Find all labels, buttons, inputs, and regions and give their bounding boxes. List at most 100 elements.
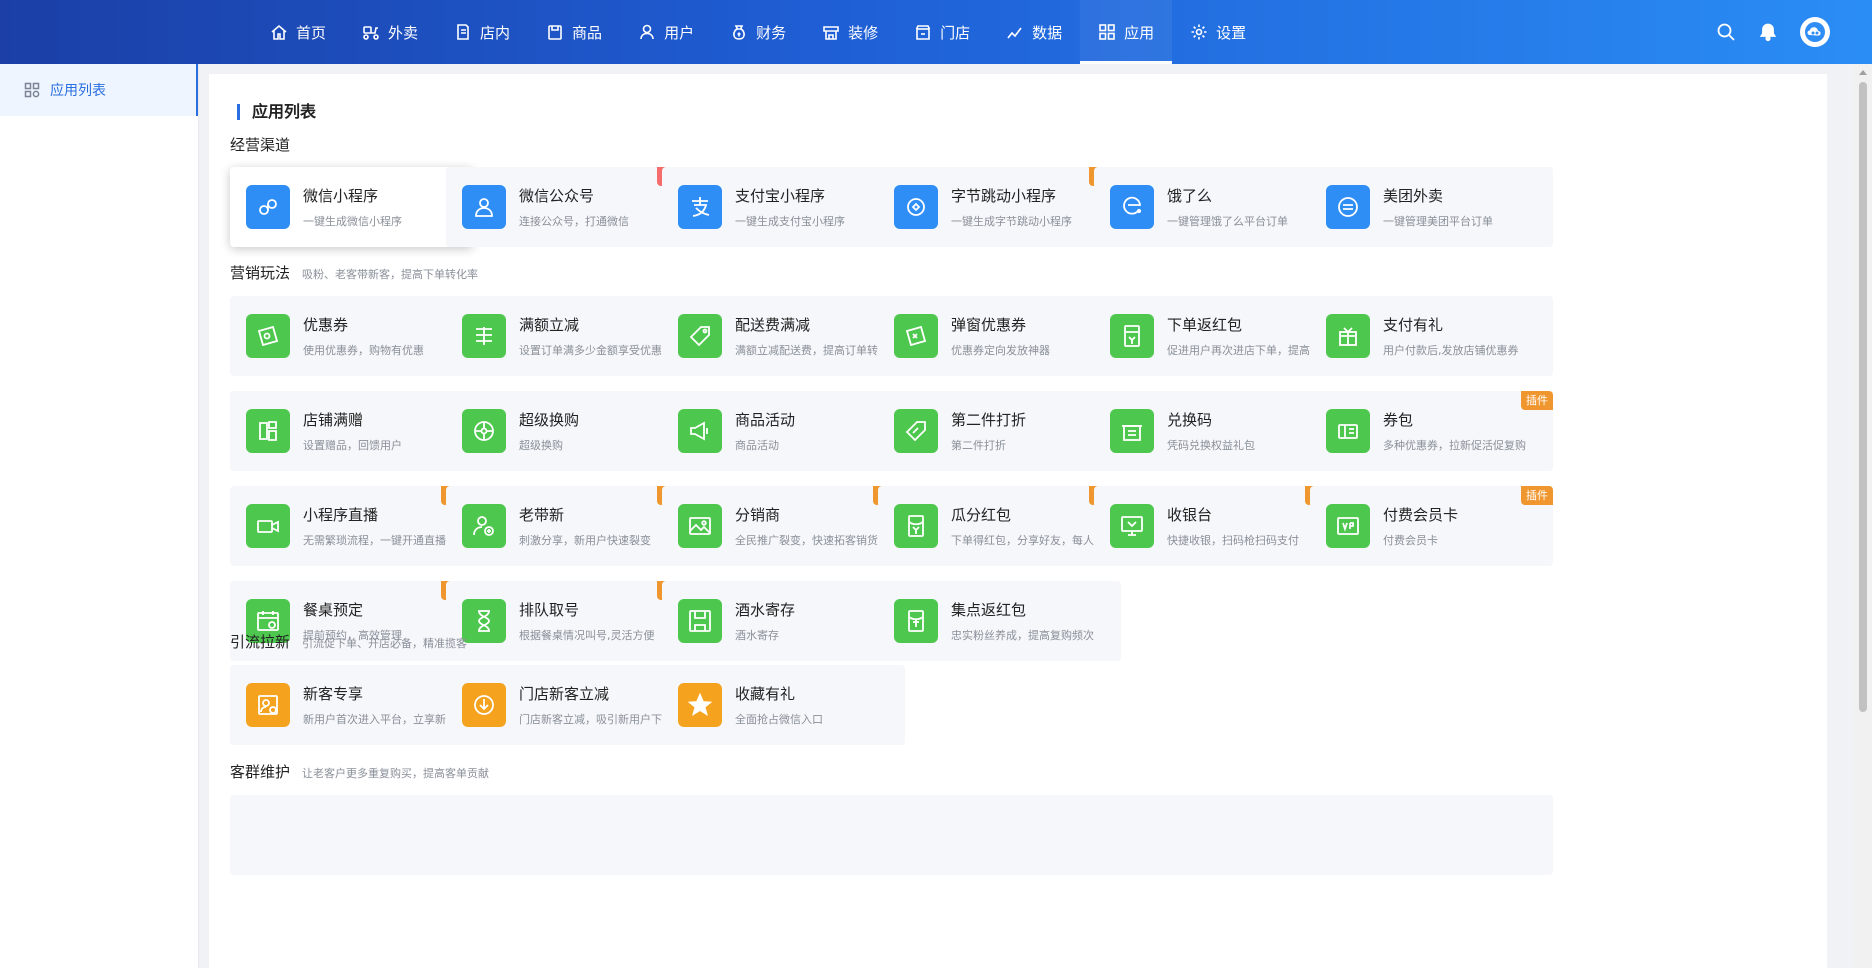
app-card-description: 凭码兑换权益礼包 [1167, 439, 1255, 452]
app-card-name: 收藏有礼 [735, 685, 796, 703]
search-icon[interactable] [1716, 22, 1736, 42]
app-card[interactable]: 小程序直播无需繁琐流程，一键开通直播插件 [230, 486, 473, 566]
nav-tab-2[interactable]: 店内 [436, 0, 528, 64]
app-card-name: 收银台 [1167, 506, 1213, 524]
mini-program-icon [246, 185, 290, 229]
app-card-placeholder[interactable] [230, 795, 473, 875]
app-card-description: 一键生成支付宝小程序 [735, 215, 845, 228]
app-card[interactable]: 券包 多种优惠券，拉新促活促复购 插件 [1310, 391, 1553, 471]
avatar[interactable] [1800, 17, 1830, 47]
plugin-badge: 插件 [1521, 486, 1553, 505]
app-card-description: 全面抢占微信入口 [735, 713, 823, 726]
app-card[interactable]: 第二件打折 第二件打折 [878, 391, 1121, 471]
app-card[interactable]: 超级换购 超级换购 [446, 391, 689, 471]
cloud-logo-icon [1805, 22, 1825, 42]
sidebar-item-app-list[interactable]: 应用列表 [0, 64, 198, 116]
new-customer-icon [246, 683, 290, 727]
app-card-placeholder[interactable] [446, 795, 689, 875]
nav-tab-1[interactable]: 外卖 [344, 0, 436, 64]
app-card[interactable]: 收银台快捷收银，扫码枪扫码支付插件 [1094, 486, 1337, 566]
nav-tab-6[interactable]: 装修 [804, 0, 896, 64]
section-title-text: 客群维护 [230, 763, 291, 781]
section-title: 经营渠道 [230, 134, 302, 155]
app-card-name: 支付宝小程序 [735, 187, 826, 205]
nav-tab-label: 财务 [756, 23, 787, 42]
scroll-up-arrow[interactable] [1859, 70, 1867, 75]
app-card[interactable]: 分销商全民推广裂变，快速拓客销货插件 [662, 486, 905, 566]
nav-tab-label: 设置 [1216, 23, 1247, 42]
app-card-placeholder[interactable] [1094, 795, 1337, 875]
full-reduction-icon [462, 314, 506, 358]
bell-icon[interactable] [1758, 22, 1778, 42]
app-card[interactable]: 收藏有礼全面抢占微信入口 [662, 665, 905, 745]
nav-tab-label: 数据 [1032, 23, 1063, 42]
app-card-placeholder[interactable] [1310, 795, 1553, 875]
section-subtitle: 吸粉、老客带新客，提高下单转化率 [302, 268, 479, 281]
app-card[interactable]: 新客专享 新用户首次进入平台，立享新客优惠 [230, 665, 473, 745]
app-card-name: 超级换购 [519, 411, 580, 429]
app-card[interactable]: 字节跳动小程序一键生成字节跳动小程序插件 [878, 167, 1121, 247]
nav-tab-10[interactable]: 设置 [1172, 0, 1264, 64]
app-card-placeholder[interactable] [662, 795, 905, 875]
nav-tab-7[interactable]: 门店 [896, 0, 988, 64]
app-card[interactable]: 兑换码 凭码兑换权益礼包 [1094, 391, 1337, 471]
app-card-name: 饿了么 [1167, 187, 1213, 205]
app-card-description: 多种优惠券，拉新促活促复购 [1383, 439, 1526, 452]
app-card[interactable]: 优惠券 使用优惠券，购物有优惠 [230, 296, 473, 376]
scrollbar-thumb[interactable] [1859, 82, 1867, 712]
app-card[interactable]: 弹窗优惠券 优惠券定向发放神器 [878, 296, 1121, 376]
nav-tab-5[interactable]: 财务 [712, 0, 804, 64]
alipay-icon [678, 185, 722, 229]
cashier-icon [1110, 504, 1154, 548]
app-card-description: 设置赠品，回馈用户 [303, 439, 402, 452]
app-card-description: 新用户首次进入平台，立享新客优惠 [303, 713, 467, 726]
app-card-description: 一键管理饿了么平台订单 [1167, 215, 1288, 228]
app-card[interactable]: 酒水寄存 酒水寄存 [662, 581, 905, 661]
nav-tab-9[interactable]: 应用 [1080, 0, 1173, 64]
app-card-placeholder[interactable] [878, 795, 1121, 875]
live-camera-icon [246, 504, 290, 548]
app-card-name: 门店新客立减 [519, 685, 610, 703]
app-card-name: 付费会员卡 [1383, 506, 1459, 524]
nav-tab-label: 门店 [940, 23, 971, 42]
app-card[interactable]: 满额立减 设置订单满多少金额享受优惠 [446, 296, 689, 376]
app-card-name: 优惠券 [303, 316, 349, 334]
nav-tab-0[interactable]: 首页 [252, 0, 344, 64]
app-card[interactable]: 门店新客立减 门店新客立减，吸引新用户下单 [446, 665, 689, 745]
app-card[interactable]: 商品活动 商品活动 [662, 391, 905, 471]
main-nav: 首页 外卖 店内 商品 用户 财务 装修 门店 数据 应用 设置 [252, 0, 1264, 64]
nav-tab-3[interactable]: 商品 [528, 0, 620, 64]
meituan-icon [1326, 185, 1370, 229]
page-scrollbar[interactable] [1854, 64, 1872, 968]
app-card[interactable]: 配送费满减 满额立减配送费，提高订单转化率 [662, 296, 905, 376]
app-card[interactable]: 下单返红包 促进用户再次进店下单，提高复购 [1094, 296, 1337, 376]
app-card[interactable]: 饿了么一键管理饿了么平台订单 [1094, 167, 1337, 247]
app-card[interactable]: 支付宝小程序一键生成支付宝小程序 [662, 167, 905, 247]
app-card[interactable]: 排队取号根据餐桌情况叫号,灵活方便插件 [446, 581, 689, 661]
app-card[interactable]: 微信公众号连接公众号，打通微信最新 [446, 167, 689, 247]
dine-in-icon [454, 23, 480, 41]
app-card[interactable]: 瓜分红包下单得红包，分享好友，每人都得红包插件 [878, 486, 1121, 566]
app-card[interactable]: 店铺满赠 设置赠品，回馈用户 [230, 391, 473, 471]
app-card[interactable]: 微信小程序 一键生成微信小程序 [230, 167, 473, 247]
megaphone-icon [678, 409, 722, 453]
app-card[interactable]: 美团外卖 一键管理美团平台订单 [1310, 167, 1553, 247]
user-add-icon [462, 504, 506, 548]
section-title-text: 引流拉新 [230, 633, 291, 651]
app-card-name: 酒水寄存 [735, 601, 796, 619]
store-icon [914, 23, 940, 41]
app-card[interactable]: 老带新刺激分享，新用户快速裂变插件 [446, 486, 689, 566]
app-card-description: 满额立减配送费，提高订单转化率 [735, 344, 899, 357]
app-card[interactable]: 支付有礼 用户付款后,发放店铺优惠券 [1310, 296, 1553, 376]
nav-tab-label: 店内 [480, 23, 511, 42]
nav-tab-8[interactable]: 数据 [988, 0, 1080, 64]
nav-tab-4[interactable]: 用户 [620, 0, 712, 64]
chart-icon [1006, 23, 1032, 41]
app-card-name: 小程序直播 [303, 506, 379, 524]
app-card[interactable]: 集点返红包 忠实粉丝养成，提高复购频次 [878, 581, 1121, 661]
download-coin-icon [462, 683, 506, 727]
app-card-description: 快捷收银，扫码枪扫码支付 [1167, 534, 1299, 547]
app-card[interactable]: 付费会员卡 付费会员卡 插件 [1310, 486, 1553, 566]
app-card-description: 下单得红包，分享好友，每人都得红包 [951, 534, 1115, 547]
app-card-name: 第二件打折 [951, 411, 1027, 429]
